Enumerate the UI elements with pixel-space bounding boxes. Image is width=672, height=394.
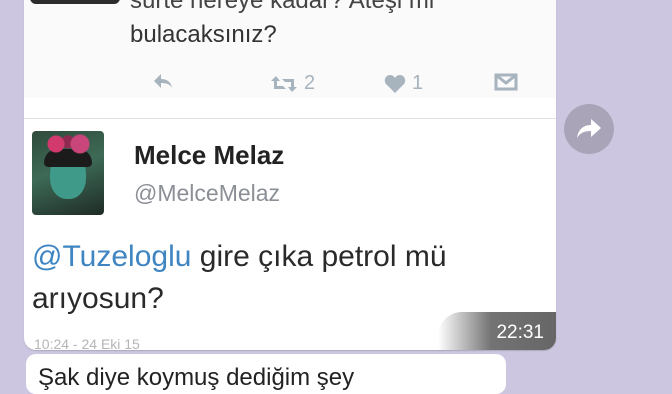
like-count: 1	[412, 72, 424, 94]
dm-icon	[494, 73, 518, 91]
image-message-bubble[interactable]: sürte nereye kadar? Ateşi mi bulacaksını…	[24, 0, 556, 350]
author-handle: @MelceMelaz	[134, 180, 281, 206]
avatar-flowers	[38, 133, 98, 155]
dm-action[interactable]	[494, 72, 518, 92]
retweet-action[interactable]: 2	[270, 72, 315, 95]
tweet-date: 10:24 - 24 Eki 15	[34, 336, 140, 350]
retweet-icon	[271, 75, 297, 92]
tweet-text-line2: arıyosun?	[32, 282, 164, 315]
author-name: Melce Melaz	[134, 140, 285, 170]
forward-icon	[577, 119, 601, 138]
previous-tweet-line1: sürte nereye kadar? Ateşi mi	[130, 0, 435, 14]
next-message-bubble[interactable]: Şak diye koymuş dediğim şey	[26, 354, 506, 394]
tweet-mention[interactable]: @Tuzeloglu	[32, 240, 191, 273]
next-message-text: Şak diye koymuş dediğim şey	[38, 364, 355, 391]
like-action[interactable]: 1	[384, 72, 423, 95]
message-time: 22:31	[496, 322, 544, 343]
tweet-actions: 2 1	[130, 72, 530, 102]
tweet-divider	[24, 118, 556, 119]
heart-icon	[384, 74, 406, 93]
reply-icon	[154, 74, 172, 88]
reply-action[interactable]	[152, 72, 174, 90]
previous-tweet: sürte nereye kadar? Ateşi mi bulacaksını…	[24, 0, 556, 98]
time-overlay: 22:31	[438, 312, 556, 350]
previous-tweet-line2: bulacaksınız?	[130, 21, 277, 48]
retweet-count: 2	[304, 72, 316, 94]
tweet-text: @Tuzeloglu gire çıka petrol mü arıyosun?	[32, 236, 542, 320]
previous-tweet-text: sürte nereye kadar? Ateşi mi bulacaksını…	[130, 0, 550, 52]
forward-button[interactable]	[564, 104, 614, 154]
author-avatar	[32, 131, 104, 215]
tweet-text-rest: gire çıka petrol mü	[191, 240, 447, 273]
previous-tweet-avatar	[30, 0, 120, 4]
